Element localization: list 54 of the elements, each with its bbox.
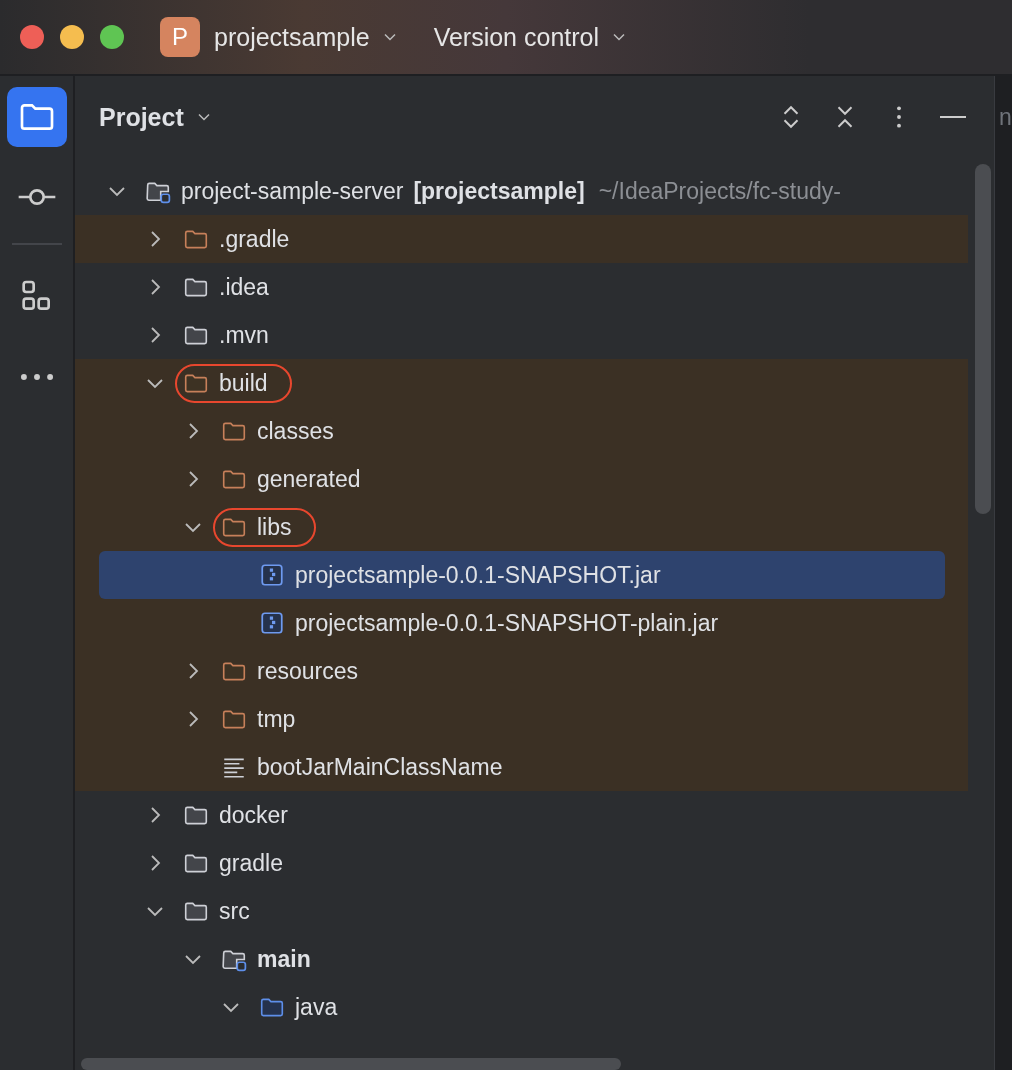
panel-title: Project bbox=[99, 102, 184, 132]
tree-row[interactable]: generated bbox=[75, 455, 968, 503]
file-name: .idea bbox=[219, 273, 269, 301]
tree-row[interactable]: project-sample-server [projectsample] ~/IdeaProjects/fc-study- bbox=[75, 167, 968, 215]
tree-row[interactable]: src bbox=[75, 887, 968, 935]
archive-file-icon bbox=[259, 562, 285, 588]
file-name: .mvn bbox=[219, 321, 269, 349]
tree-row[interactable]: gradle bbox=[75, 839, 968, 887]
archive-file-icon bbox=[259, 610, 285, 636]
file-name: main bbox=[257, 945, 311, 973]
minimize-button[interactable] bbox=[60, 25, 84, 49]
file-name: tmp bbox=[257, 705, 296, 733]
tree-row[interactable]: main bbox=[75, 935, 968, 983]
file-name: java bbox=[295, 993, 338, 1021]
file-name: .gradle bbox=[219, 225, 290, 253]
tree-row[interactable]: bootJarMainClassName bbox=[75, 743, 968, 791]
tree-row[interactable]: docker bbox=[75, 791, 968, 839]
tree-row[interactable]: projectsample-0.0.1-SNAPSHOT.jar bbox=[75, 551, 968, 599]
tree-row[interactable]: tmp bbox=[75, 695, 968, 743]
module-name: [projectsample] bbox=[413, 177, 585, 205]
close-button[interactable] bbox=[20, 25, 44, 49]
tree-row[interactable]: build bbox=[75, 359, 968, 407]
file-name: classes bbox=[257, 417, 334, 445]
menu-label: Version control bbox=[433, 22, 599, 52]
file-name: src bbox=[219, 897, 250, 925]
file-name: bootJarMainClassName bbox=[257, 753, 503, 781]
tree-row[interactable]: projectsample-0.0.1-SNAPSHOT-plain.jar bbox=[75, 599, 968, 647]
version-control-menu[interactable]: Version control bbox=[425, 18, 637, 56]
tree-row[interactable]: .idea bbox=[75, 263, 968, 311]
file-name: generated bbox=[257, 465, 361, 493]
project-avatar: P bbox=[160, 17, 200, 57]
project-name: projectsample bbox=[214, 22, 370, 52]
project-menu[interactable]: P projectsample bbox=[152, 13, 408, 61]
vertical-scrollbar[interactable] bbox=[975, 164, 991, 514]
tree-row[interactable]: .mvn bbox=[75, 311, 968, 359]
tree-row[interactable]: libs bbox=[75, 503, 968, 551]
file-name: libs bbox=[257, 513, 292, 541]
file-name: project-sample-server bbox=[181, 177, 404, 205]
zoom-button[interactable] bbox=[100, 25, 124, 49]
file-name: docker bbox=[219, 801, 289, 829]
tree-row[interactable]: java bbox=[75, 983, 968, 1031]
file-name: gradle bbox=[219, 849, 283, 877]
file-name: projectsample-0.0.1-SNAPSHOT-plain.jar bbox=[295, 609, 719, 637]
panel-title-menu[interactable]: Project bbox=[99, 102, 214, 132]
horizontal-scrollbar[interactable] bbox=[81, 1058, 621, 1070]
tree-row[interactable]: resources bbox=[75, 647, 968, 695]
file-name: resources bbox=[257, 657, 358, 685]
file-name: projectsample-0.0.1-SNAPSHOT.jar bbox=[295, 561, 661, 589]
tool-window-button[interactable] bbox=[6, 87, 67, 147]
tree-row[interactable]: .gradle bbox=[75, 215, 968, 263]
file-name: build bbox=[219, 369, 268, 397]
project-path: ~/IdeaProjects/fc-study- bbox=[598, 177, 841, 205]
more-icon bbox=[18, 372, 55, 382]
tree-row[interactable]: classes bbox=[75, 407, 968, 455]
